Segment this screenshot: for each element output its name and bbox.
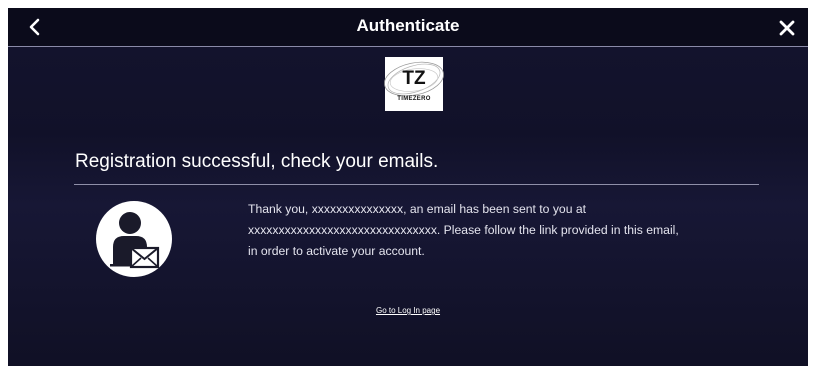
- close-icon: [779, 20, 795, 36]
- message-line-2: xxxxxxxxxxxxxxxxxxxxxxxxxxxxxxx. Please …: [248, 223, 679, 237]
- username-value: xxxxxxxxxxxxxxx: [311, 202, 404, 216]
- confirmation-message: Thank you, xxxxxxxxxxxxxxx, an email has…: [248, 199, 718, 262]
- authenticate-screen: Authenticate TZ TIMEZERO Registration su…: [8, 8, 808, 366]
- message-line-1: Thank you, xxxxxxxxxxxxxxx, an email has…: [248, 202, 587, 216]
- message-line-3: in order to activate your account.: [248, 244, 425, 258]
- user-email-icon: [96, 201, 172, 277]
- close-button[interactable]: [774, 15, 800, 41]
- logo-wordmark: TIMEZERO: [397, 96, 431, 102]
- page-title: Authenticate: [356, 16, 460, 35]
- title-bar: Authenticate: [8, 8, 808, 47]
- email-value: xxxxxxxxxxxxxxxxxxxxxxxxxxxxxxx: [248, 223, 437, 237]
- go-to-login-link[interactable]: Go to Log In page: [8, 306, 808, 315]
- registration-headline: Registration successful, check your emai…: [75, 151, 439, 172]
- logo-mark: TZ: [402, 68, 426, 89]
- divider: [74, 184, 759, 185]
- timezero-logo: TZ TIMEZERO: [384, 57, 444, 111]
